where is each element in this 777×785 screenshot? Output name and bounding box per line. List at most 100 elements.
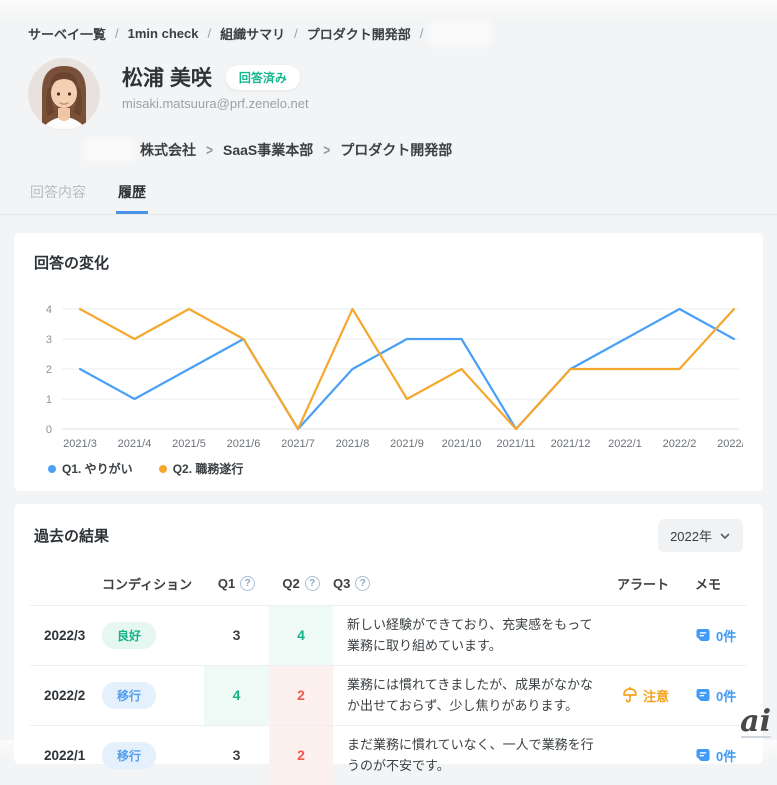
watermark-logo: ai	[740, 708, 771, 735]
org-path-item[interactable]: 株式会社	[140, 140, 196, 160]
user-email: misaki.matsuura@prf.zenelo.net	[122, 96, 309, 111]
legend-item: Q2. 職務遂行	[159, 460, 244, 477]
org-path-item[interactable]: SaaS事業本部	[223, 140, 313, 160]
chart-legend: Q1. やりがい Q2. 職務遂行	[48, 460, 743, 477]
history-row: 2022/1移行 32まだ業務に慣れていなく、一人で業務を行うのが不安です。 0件	[30, 725, 747, 785]
x-axis-tick: 2021/6	[227, 438, 261, 450]
condition-cell: 移行	[102, 726, 204, 785]
redacted-text	[88, 142, 130, 158]
memo-icon	[695, 747, 711, 763]
q2-score-cell: 4	[269, 606, 333, 665]
memo-icon	[695, 627, 711, 643]
history-row: 2022/3良好 34新しい経験ができており、充実感をもって業務に取り組めています…	[30, 605, 747, 665]
breadcrumb-separator: /	[115, 26, 119, 41]
alert-cell	[617, 726, 695, 785]
history-card: 過去の結果 2022年 コンディションQ1?Q2?Q3?アラートメモ2022/3…	[14, 504, 763, 764]
condition-cell: 移行	[102, 666, 204, 725]
breadcrumb-item[interactable]: サーベイ一覧	[28, 24, 106, 43]
memo-cell[interactable]: 0件	[695, 606, 747, 665]
condition-badge: 良好	[102, 622, 156, 649]
org-breadcrumb: 株式会社 > SaaS事業本部 > プロダクト開発部	[88, 140, 749, 160]
memo-count: 0件	[716, 746, 736, 765]
col-memo: メモ	[695, 564, 747, 605]
q1-score-cell: 3	[204, 606, 269, 665]
breadcrumb-separator: /	[207, 26, 211, 41]
condition-badge: 移行	[102, 742, 156, 769]
x-axis-tick: 2021/7	[281, 438, 315, 450]
alert-cell	[617, 606, 695, 665]
x-axis-tick: 2021/11	[497, 438, 536, 450]
profile-header: 松浦 美咲 回答済み misaki.matsuura@prf.zenelo.ne…	[28, 58, 749, 130]
status-badge: 回答済み	[226, 65, 300, 90]
q2-score-cell: 2	[269, 726, 333, 785]
y-axis-tick: 0	[46, 424, 52, 436]
q3-comment-cell: 業務には慣れてきましたが、成果がなかなか出せておらず、少し焦りがあります。	[333, 666, 617, 725]
col-condition: コンディション	[102, 564, 204, 605]
breadcrumb-item[interactable]: 1min check	[128, 26, 199, 41]
col-q3: Q3?	[333, 564, 617, 605]
alert-cell: 注意	[617, 666, 695, 725]
col-alert: アラート	[617, 564, 695, 605]
x-axis-tick: 2021/8	[336, 438, 370, 450]
watermark: ai	[740, 708, 771, 738]
month-cell: 2022/2	[30, 666, 102, 725]
col-q1: Q1?	[204, 564, 269, 605]
legend-dot-icon	[48, 465, 56, 473]
memo-icon	[695, 687, 711, 703]
legend-label: Q2. 職務遂行	[173, 460, 244, 477]
tab-answers[interactable]: 回答内容	[28, 176, 88, 214]
q3-comment-cell: まだ業務に慣れていなく、一人で業務を行うのが不安です。	[333, 726, 617, 785]
y-axis-tick: 1	[46, 394, 52, 406]
x-axis-tick: 2022/1	[608, 438, 642, 450]
breadcrumb-item[interactable]: 組織サマリ	[220, 24, 285, 43]
legend-dot-icon	[159, 465, 167, 473]
x-axis-tick: 2022/3	[717, 438, 743, 450]
breadcrumb: サーベイ一覧/1min check/組織サマリ/プロダクト開発部/	[0, 0, 777, 43]
col-q2: Q2?	[269, 564, 333, 605]
legend-item: Q1. やりがい	[48, 460, 133, 477]
breadcrumb-item[interactable]: プロダクト開発部	[307, 24, 411, 43]
tab-history[interactable]: 履歴	[116, 176, 148, 214]
col-q3-label: Q3	[333, 576, 350, 591]
x-axis-tick: 2022/2	[663, 438, 697, 450]
x-axis-tick: 2021/3	[63, 438, 97, 450]
x-axis-tick: 2021/9	[390, 438, 424, 450]
history-table: コンディションQ1?Q2?Q3?アラートメモ2022/3良好34新しい経験ができ…	[30, 564, 747, 785]
col-q1-label: Q1	[218, 576, 235, 591]
chevron-right-icon: >	[323, 142, 330, 159]
x-axis-tick: 2021/10	[442, 438, 482, 450]
q3-comment-cell: 新しい経験ができており、充実感をもって業務に取り組めています。	[333, 606, 617, 665]
chevron-right-icon: >	[206, 142, 213, 159]
memo-count: 0件	[716, 686, 736, 705]
q1-score-cell: 4	[204, 666, 269, 725]
history-row: 2022/2移行 42業務には慣れてきましたが、成果がなかなか出せておらず、少し焦…	[30, 665, 747, 725]
memo-count: 0件	[716, 626, 736, 645]
answer-trend-card: 回答の変化 012342021/32021/42021/52021/62021/…	[14, 233, 763, 491]
line-chart-svg: 012342021/32021/42021/52021/62021/72021/…	[34, 289, 743, 453]
x-axis-tick: 2021/5	[172, 438, 206, 450]
x-axis-tick: 2021/12	[551, 438, 591, 450]
month-cell: 2022/1	[30, 726, 102, 785]
breadcrumb-separator: /	[294, 26, 298, 41]
history-title: 過去の結果	[34, 525, 109, 546]
condition-badge: 移行	[102, 682, 156, 709]
q1-score-cell: 3	[204, 726, 269, 785]
chart-title: 回答の変化	[34, 252, 743, 273]
y-axis-tick: 3	[46, 334, 52, 346]
q2-score-cell: 2	[269, 666, 333, 725]
org-path-item[interactable]: プロダクト開発部	[340, 140, 452, 160]
help-icon[interactable]: ?	[305, 576, 320, 591]
alert-umbrella-icon	[621, 686, 639, 704]
redacted-text	[432, 25, 488, 43]
month-cell: 2022/3	[30, 606, 102, 665]
help-icon[interactable]: ?	[240, 576, 255, 591]
legend-label: Q1. やりがい	[62, 460, 133, 477]
y-axis-tick: 2	[46, 364, 52, 376]
help-icon[interactable]: ?	[355, 576, 370, 591]
col-month	[30, 564, 102, 605]
tab-bar: 回答内容履歴	[0, 176, 777, 215]
table-header-row: コンディションQ1?Q2?Q3?アラートメモ	[30, 564, 747, 605]
x-axis-tick: 2021/4	[118, 438, 152, 450]
year-filter-dropdown[interactable]: 2022年	[658, 519, 743, 552]
chevron-down-icon	[719, 530, 731, 542]
